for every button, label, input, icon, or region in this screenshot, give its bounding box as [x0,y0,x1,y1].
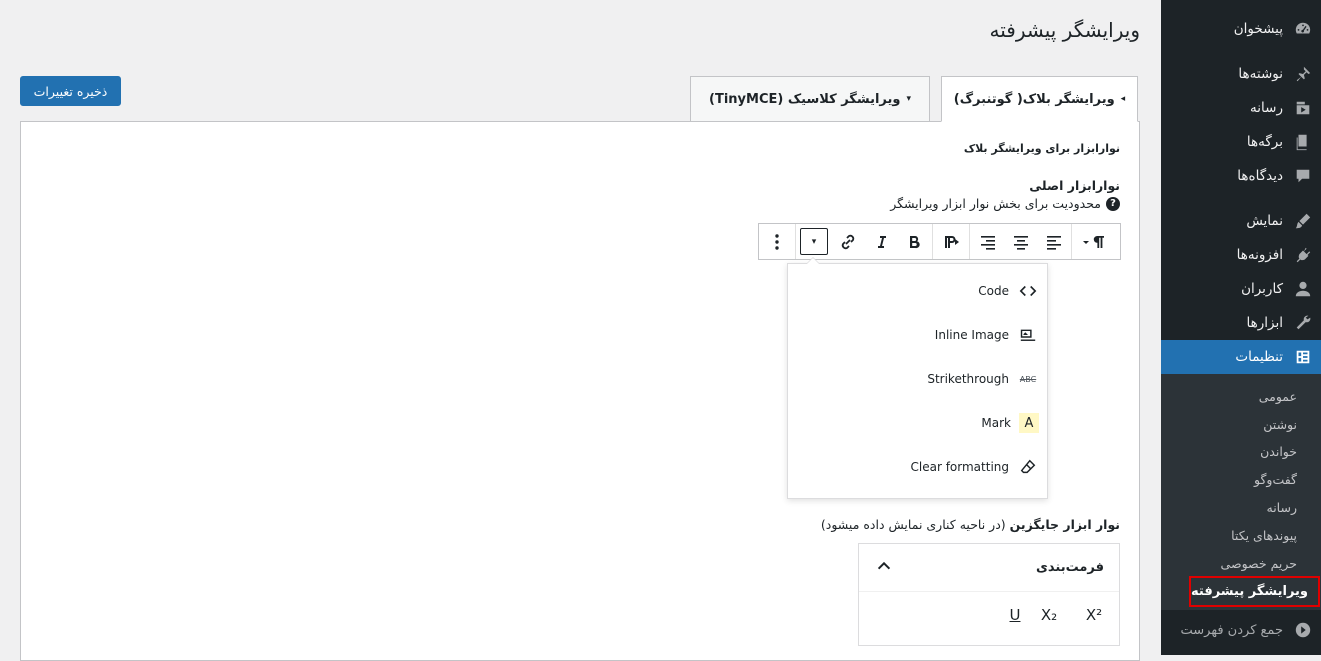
page-title: ویرایشگر پیشرفته [989,18,1140,42]
main-toolbar-label: نوارابزار اصلی [1029,178,1120,193]
menu-label: برگه‌ها [1246,134,1283,150]
menu-item-dashboard[interactable]: پیشخوان [1161,12,1321,46]
admin-sidebar: پیشخوان نوشته‌ها رسانه برگه‌ها دیدگاه‌ها… [1153,0,1321,655]
subscript-button[interactable]: X₂ [1036,602,1062,628]
code-icon [1017,280,1039,302]
settings-icon [1293,347,1313,367]
align-left-icon[interactable] [1037,224,1070,259]
paragraph-rtl-icon[interactable] [934,224,967,259]
options-menu-icon[interactable] [760,224,793,259]
more-formats-dropdown-toggle[interactable]: ▾ [800,228,828,255]
submenu-item-discussion[interactable]: گفت‌وگو [1161,465,1321,493]
submenu-item-general[interactable]: عمومی [1161,382,1321,410]
tab-arrow-icon: ◂ [1120,94,1126,104]
align-right-icon[interactable] [971,224,1004,259]
menu-label: رسانه [1250,100,1283,116]
dropdown-item-strikethrough[interactable]: Strikethrough ABC [799,364,1039,394]
paragraph-icon[interactable] [1073,224,1120,259]
comments-icon [1293,166,1313,186]
link-icon[interactable] [831,224,864,259]
media-icon [1293,98,1313,118]
menu-label: نوشته‌ها [1238,66,1283,82]
strikethrough-icon: ABC [1019,374,1037,384]
chevron-down-icon: ▾ [811,236,817,247]
restriction-row: ? محدودیت برای بخش نوار ابزار ویرایشگر [890,196,1120,211]
section-heading: نوارابزار برای ویرایشگر بلاک [963,142,1120,155]
submenu-item-privacy[interactable]: حریم خصوصی [1161,549,1321,577]
submenu-item-advanced-editor[interactable]: ویرایشگر پیشرفته [1189,576,1320,607]
floating-toolbar-label: نوار ابزار جایگزین (در ناحیه کناری نمایش… [821,517,1120,532]
menu-label: افزونه‌ها [1236,247,1283,263]
formatting-panel: فرمت‌بندی X² X₂ U [858,543,1120,646]
menu-label: دیدگاه‌ها [1237,168,1283,184]
appearance-icon [1293,211,1313,231]
submenu-item-writing[interactable]: نوشتن [1161,410,1321,438]
collapse-menu-button[interactable]: جمع کردن فهرست [1161,613,1321,647]
superscript-button[interactable]: X² [1081,602,1107,628]
tab-classic-editor[interactable]: ▾ ویرایشگر کلاسیک (TinyMCE) [690,76,930,122]
plugins-icon [1293,245,1313,265]
dropdown-item-label: Inline Image [934,328,1009,342]
underline-button[interactable]: U [1002,602,1028,628]
chevron-up-icon[interactable] [875,557,893,579]
tab-label: ویرایشگر بلاک( گوتنبرگ) [953,91,1115,107]
tab-label: ویرایشگر کلاسیک (TinyMCE) [709,91,901,107]
toolbar-divider [969,224,970,259]
restriction-text: محدودیت برای بخش نوار ابزار ویرایشگر [890,196,1101,211]
menu-label: تنظیمات [1235,349,1283,365]
dropdown-item-label: Mark [981,416,1011,430]
mark-icon: A [1019,413,1039,433]
dropdown-item-label: Strikethrough [927,372,1009,386]
formatting-panel-header[interactable]: فرمت‌بندی [859,544,1119,592]
submenu-item-media[interactable]: رسانه [1161,493,1321,521]
help-icon[interactable]: ? [1106,196,1120,211]
dropdown-item-inline-image[interactable]: Inline Image [799,320,1039,350]
users-icon [1293,279,1313,299]
menu-item-plugins[interactable]: افزونه‌ها [1161,238,1321,272]
settings-submenu: عمومی نوشتن خواندن گفت‌وگو رسانه پیوندها… [1161,374,1321,610]
menu-item-pages[interactable]: برگه‌ها [1161,125,1321,159]
menu-label: نمایش [1246,213,1283,229]
bold-icon[interactable] [897,224,930,259]
menu-item-users[interactable]: کاربران [1161,272,1321,306]
tab-block-editor[interactable]: ◂ ویرایشگر بلاک( گوتنبرگ) [941,76,1138,122]
italic-icon[interactable] [864,224,897,259]
settings-panel: نوارابزار برای ویرایشگر بلاک نوارابزار ا… [20,121,1140,661]
floating-toolbar-title: نوار ابزار جایگزین [1009,517,1120,532]
menu-item-comments[interactable]: دیدگاه‌ها [1161,159,1321,193]
eraser-icon [1017,456,1039,478]
toolbar-divider [795,224,796,259]
menu-label: ابزارها [1246,315,1283,331]
inline-image-icon [1017,324,1039,346]
save-changes-button[interactable]: ذخیره تغییرات [20,76,121,106]
pages-icon [1293,132,1313,152]
formatting-panel-title: فرمت‌بندی [1035,560,1104,575]
floating-toolbar-note: (در ناحیه کناری نمایش داده میشود) [820,517,1006,532]
toolbar-divider [932,224,933,259]
toolbar-divider [1071,224,1072,259]
menu-item-tools[interactable]: ابزارها [1161,306,1321,340]
collapse-icon [1293,620,1313,640]
submenu-item-reading[interactable]: خواندن [1161,437,1321,465]
submenu-item-permalinks[interactable]: پیوندهای یکتا [1161,521,1321,549]
menu-item-media[interactable]: رسانه [1161,91,1321,125]
tools-icon [1293,313,1313,333]
more-formats-dropdown-menu: Code Inline Image Strikethrough ABC Mark… [787,257,1048,499]
align-center-icon[interactable] [1004,224,1037,259]
menu-label: کاربران [1241,281,1283,297]
menu-item-posts[interactable]: نوشته‌ها [1161,57,1321,91]
dropdown-item-label: Code [978,284,1009,298]
menu-label: پیشخوان [1233,21,1283,37]
dropdown-item-clear-formatting[interactable]: Clear formatting [799,452,1039,482]
pin-icon [1293,64,1313,84]
dashboard-icon [1293,19,1313,39]
dropdown-item-code[interactable]: Code [799,276,1039,306]
tab-arrow-icon: ▾ [906,94,911,104]
menu-item-settings[interactable]: تنظیمات [1153,340,1321,374]
block-toolbar-preview: ▾ [758,223,1121,260]
menu-item-appearance[interactable]: نمایش [1161,204,1321,238]
dropdown-item-label: Clear formatting [910,460,1010,474]
dropdown-item-mark[interactable]: Mark A [799,408,1039,438]
collapse-label: جمع کردن فهرست [1180,622,1283,638]
